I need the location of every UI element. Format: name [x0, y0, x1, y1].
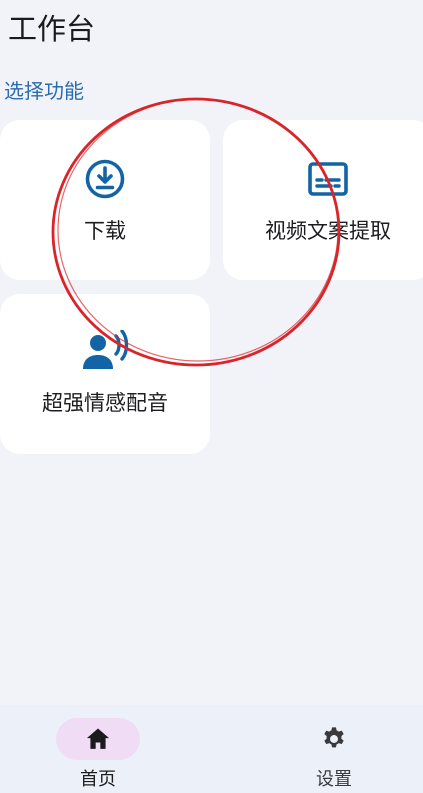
- home-icon: [86, 728, 110, 749]
- section-title: 选择功能: [4, 79, 84, 103]
- video-text-extract-label: 视频文案提取: [265, 219, 391, 243]
- voice-user-icon: [83, 330, 129, 369]
- emotional-dubbing-label: 超强情感配音: [42, 391, 168, 415]
- subtitles-icon: [308, 162, 348, 196]
- nav-settings-pill: [292, 718, 376, 760]
- download-card[interactable]: 下载: [0, 120, 210, 280]
- emotional-dubbing-card[interactable]: 超强情感配音: [0, 294, 210, 454]
- nav-settings-label: 设置: [316, 769, 352, 790]
- download-circle-icon: [85, 159, 125, 199]
- nav-item-settings[interactable]: 设置: [259, 705, 409, 793]
- bottom-navigation-bar: 首页 设置: [0, 705, 423, 793]
- gear-icon: [324, 727, 344, 748]
- nav-home-selected-pill: [56, 718, 140, 760]
- page-title: 工作台: [8, 12, 96, 46]
- workbench-page: 工作台 选择功能 下载 视频文案提取 超强情感配音 首页 设置: [0, 0, 423, 793]
- video-text-extract-card[interactable]: 视频文案提取: [223, 120, 423, 280]
- nav-home-label: 首页: [80, 769, 116, 790]
- download-card-label: 下载: [84, 219, 126, 243]
- nav-item-home[interactable]: 首页: [23, 705, 173, 793]
